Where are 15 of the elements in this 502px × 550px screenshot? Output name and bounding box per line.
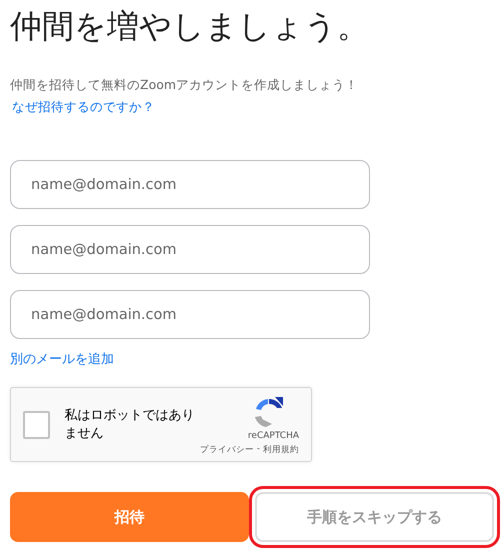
email-field[interactable]: name@domain.com	[10, 290, 370, 339]
checkbox[interactable]	[23, 410, 50, 438]
terms-link[interactable]: 利用規約	[263, 444, 299, 456]
why-invite-link[interactable]: なぜ招待するのですか？	[12, 98, 155, 116]
page-title: 仲間を増やしましょう。	[9, 6, 370, 47]
email-field[interactable]: name@domain.com	[10, 225, 370, 274]
recaptcha-logo-icon	[253, 397, 285, 429]
privacy-link[interactable]: プライバシー	[200, 444, 254, 456]
brand-label: reCAPTCHA	[248, 431, 299, 441]
email-field[interactable]: name@domain.com	[10, 160, 370, 209]
invite-button[interactable]: 招待	[10, 492, 249, 542]
add-email-link[interactable]: 別のメールを追加	[10, 351, 114, 369]
checkbox-label: 私はロボットではありません	[64, 406, 196, 442]
subtitle-text: 仲間を招待して無料のZoomアカウントを作成しましょう！	[10, 76, 360, 94]
separator: -	[256, 444, 260, 456]
